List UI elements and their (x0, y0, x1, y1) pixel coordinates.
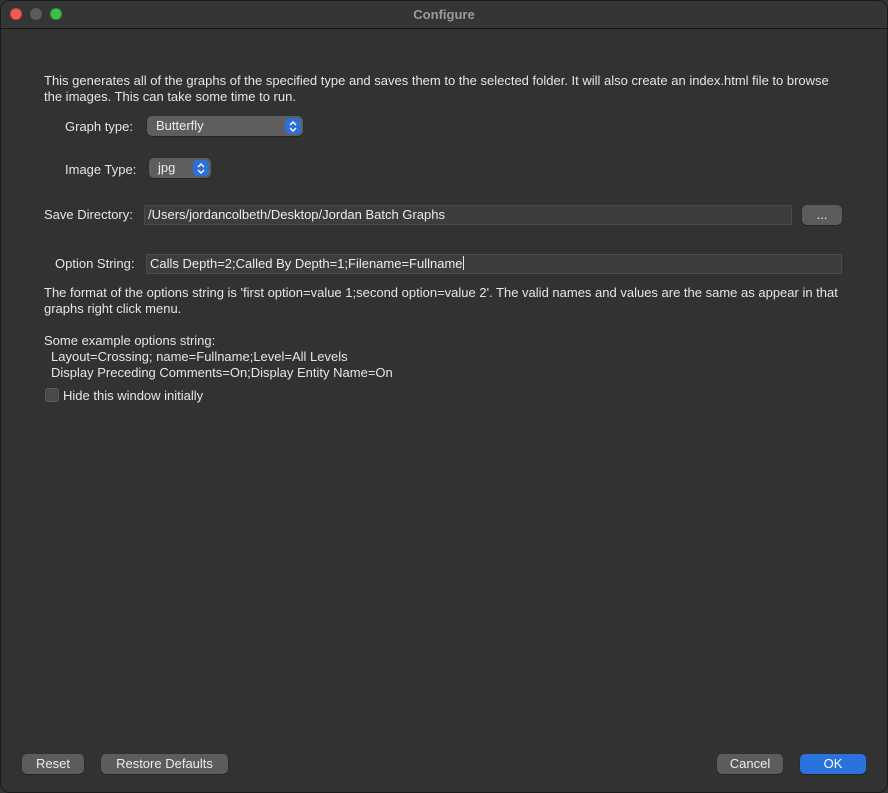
graph-type-value: Butterfly (156, 118, 204, 133)
restore-defaults-button[interactable]: Restore Defaults (101, 754, 228, 774)
graph-type-popup[interactable]: Butterfly (147, 116, 303, 136)
example-line: Display Preceding Comments=On;Display En… (51, 365, 393, 380)
examples-heading: Some example options string: (44, 333, 216, 348)
image-type-popup[interactable]: jpg (149, 158, 211, 178)
chevron-up-down-icon (285, 118, 301, 134)
example-line: Layout=Crossing; name=Fullname;Level=All… (51, 349, 348, 364)
option-string-label: Option String: (55, 256, 135, 271)
hide-window-checkbox[interactable] (45, 388, 59, 402)
title-bar: Configure (1, 1, 887, 29)
hide-window-label[interactable]: Hide this window initially (63, 388, 203, 404)
save-directory-label: Save Directory: (44, 207, 133, 222)
description-text: This generates all of the graphs of the … (44, 73, 829, 104)
image-type-label: Image Type: (65, 162, 137, 177)
image-type-value: jpg (158, 160, 176, 175)
ok-button[interactable]: OK (800, 754, 866, 774)
format-help-text: The format of the options string is 'fir… (44, 285, 838, 316)
window-title: Configure (413, 7, 475, 22)
option-string-value: Calls Depth=2;Called By Depth=1;Filename… (150, 256, 463, 271)
cancel-button[interactable]: Cancel (717, 754, 783, 774)
option-string-field[interactable]: Calls Depth=2;Called By Depth=1;Filename… (146, 254, 842, 274)
configure-window: Configure This generates all of the grap… (0, 0, 888, 793)
text-cursor (462, 256, 464, 270)
reset-button[interactable]: Reset (22, 754, 84, 774)
chevron-up-down-icon (193, 160, 209, 176)
save-directory-field[interactable]: /Users/jordancolbeth/Desktop/Jordan Batc… (144, 205, 792, 225)
browse-directory-button[interactable]: ... (802, 205, 842, 225)
graph-type-label: Graph type: (65, 119, 133, 134)
